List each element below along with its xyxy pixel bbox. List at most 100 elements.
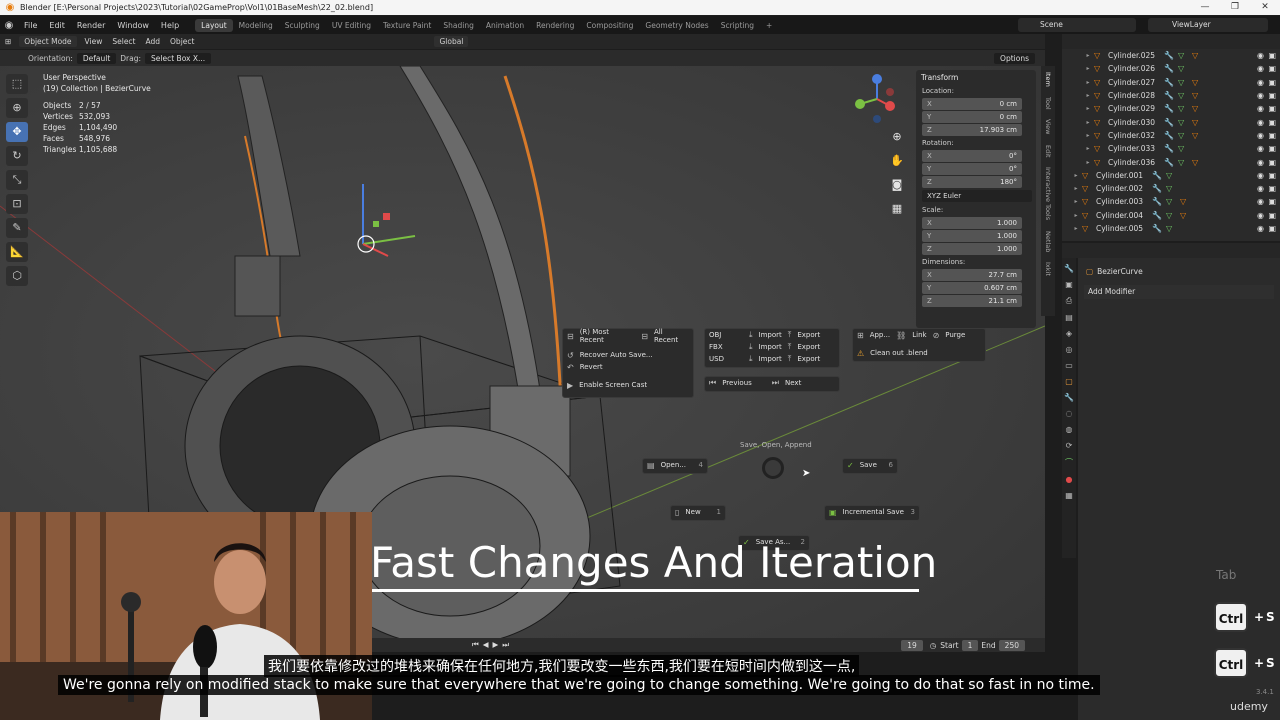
tab-tool[interactable]: Tool <box>1044 97 1052 110</box>
zoom-icon[interactable]: ⊕ <box>888 128 906 146</box>
move-tool-icon[interactable]: ✥ <box>6 122 28 142</box>
dimensions-x-field[interactable]: X 27.7 cm <box>922 269 1022 281</box>
render-icon[interactable]: ▣ <box>1268 211 1276 220</box>
options-dropdown[interactable]: Options <box>994 52 1035 64</box>
render-props-icon[interactable]: ▣ <box>1065 280 1073 289</box>
usd-import-button[interactable]: Import <box>759 355 782 363</box>
location-z-field[interactable]: Z 17.903 cm <box>922 124 1022 136</box>
all-recent-button[interactable]: All Recent <box>654 328 689 344</box>
dimensions-z-field[interactable]: Z 21.1 cm <box>922 295 1022 307</box>
collection-props-icon[interactable]: ▭ <box>1065 361 1073 370</box>
fbx-import-button[interactable]: Import <box>759 343 782 351</box>
rotation-x-field[interactable]: X 0° <box>922 150 1022 162</box>
previous-button[interactable]: Previous <box>722 379 752 387</box>
list-item[interactable]: ▸ ▽ Cylinder.028 🔧 ▽ ▽ ◉ ▣ <box>1062 89 1280 102</box>
render-icon[interactable]: ▣ <box>1268 184 1276 193</box>
tool-props-icon[interactable]: 🔧 <box>1064 264 1074 273</box>
append-button[interactable]: App... <box>870 331 890 339</box>
tab-edit[interactable]: Edit <box>1044 145 1052 158</box>
eye-icon[interactable]: ◉ <box>1257 171 1264 180</box>
rotation-y-field[interactable]: Y 0° <box>922 163 1022 175</box>
viewlayer-selector[interactable]: ViewLayer <box>1148 18 1268 32</box>
eye-icon[interactable]: ◉ <box>1257 197 1264 206</box>
data-props-icon[interactable]: ⌒ <box>1065 457 1073 468</box>
rotate-tool-icon[interactable]: ↻ <box>6 146 28 166</box>
render-icon[interactable]: ▣ <box>1268 158 1276 167</box>
location-x-field[interactable]: X0 cm <box>922 98 1022 110</box>
list-item[interactable]: ▸ ▽ Cylinder.005 🔧 ▽ ◉ ▣ <box>1062 222 1280 235</box>
output-props-icon[interactable]: ⎙ <box>1066 296 1072 306</box>
tab-item[interactable]: Item <box>1044 72 1052 87</box>
add-modifier-dropdown[interactable]: Add Modifier <box>1084 285 1274 299</box>
tab-scripting[interactable]: Scripting <box>715 19 760 32</box>
render-icon[interactable]: ▣ <box>1268 131 1276 140</box>
scale-tool-icon[interactable]: ⤡ <box>6 170 28 190</box>
render-icon[interactable]: ▣ <box>1268 197 1276 206</box>
render-icon[interactable]: ▣ <box>1268 118 1276 127</box>
render-icon[interactable]: ▣ <box>1268 224 1276 233</box>
eye-icon[interactable]: ◉ <box>1257 91 1264 100</box>
scene-props-icon[interactable]: ◈ <box>1066 329 1072 338</box>
current-frame-field[interactable]: 19 <box>901 639 923 651</box>
render-icon[interactable]: ▣ <box>1268 51 1276 60</box>
list-item[interactable]: ▸ ▽ Cylinder.032 🔧 ▽ ▽ ◉ ▣ <box>1062 129 1280 142</box>
menu-object[interactable]: Object <box>165 36 199 47</box>
tab-interactive-tools[interactable]: Interactive Tools <box>1044 167 1052 220</box>
view-layer-props-icon[interactable]: ▤ <box>1065 313 1073 322</box>
end-frame-field[interactable]: 250 <box>998 639 1025 651</box>
eye-icon[interactable]: ◉ <box>1257 118 1264 127</box>
particles-props-icon[interactable]: ◌ <box>1066 409 1073 418</box>
purge-button[interactable]: Purge <box>945 331 965 339</box>
menu-select[interactable]: Select <box>107 36 140 47</box>
next-button[interactable]: Next <box>785 379 801 387</box>
tab-view[interactable]: View <box>1044 119 1052 134</box>
eye-icon[interactable]: ◉ <box>1257 51 1264 60</box>
cursor-tool-icon[interactable]: ⊕ <box>6 98 28 118</box>
orientation-dropdown[interactable]: Default <box>76 52 117 64</box>
menu-view[interactable]: View <box>80 36 108 47</box>
grid-ortho-icon[interactable]: ▦ <box>888 200 906 218</box>
constraints-props-icon[interactable]: ⟳ <box>1066 441 1073 450</box>
revert-button[interactable]: Revert <box>580 363 603 371</box>
tab-animation[interactable]: Animation <box>480 19 530 32</box>
modifier-props-icon[interactable]: 🔧 <box>1064 393 1074 402</box>
render-icon[interactable]: ▣ <box>1268 91 1276 100</box>
close-button[interactable]: ✕ <box>1250 0 1280 15</box>
list-item[interactable]: ▸ ▽ Cylinder.036 🔧 ▽ ▽ ◉ ▣ <box>1062 155 1280 168</box>
tab-compositing[interactable]: Compositing <box>580 19 639 32</box>
fbx-export-button[interactable]: Export <box>797 343 820 351</box>
transform-tool-icon[interactable]: ⊡ <box>6 194 28 214</box>
annotate-tool-icon[interactable]: ✎ <box>6 218 28 238</box>
save-pie-item[interactable]: ✓ Save 6 <box>842 458 898 474</box>
tab-uv-editing[interactable]: UV Editing <box>326 19 377 32</box>
eye-icon[interactable]: ◉ <box>1257 158 1264 167</box>
eye-icon[interactable]: ◉ <box>1257 144 1264 153</box>
eye-icon[interactable]: ◉ <box>1257 211 1264 220</box>
mode-dropdown[interactable]: Object Mode <box>19 36 77 47</box>
eye-icon[interactable]: ◉ <box>1257 78 1264 87</box>
blender-menu-icon[interactable]: ◉ <box>0 20 18 31</box>
incremental-save-pie-item[interactable]: ▣ Incremental Save 3 <box>824 505 920 521</box>
list-item[interactable]: ▸ ▽ Cylinder.002 🔧 ▽ ◉ ▣ <box>1062 182 1280 195</box>
list-item[interactable]: ▸ ▽ Cylinder.004 🔧 ▽ ▽ ◉ ▣ <box>1062 209 1280 222</box>
measure-tool-icon[interactable]: 📐 <box>6 242 28 262</box>
material-props-icon[interactable]: ● <box>1066 475 1073 484</box>
new-pie-item[interactable]: ▯ New 1 <box>670 505 726 521</box>
dimensions-y-field[interactable]: Y 0.607 cm <box>922 282 1022 294</box>
list-item[interactable]: ▸ ▽ Cylinder.003 🔧 ▽ ▽ ◉ ▣ <box>1062 195 1280 208</box>
list-item[interactable]: ▸ ▽ Cylinder.029 🔧 ▽ ▽ ◉ ▣ <box>1062 102 1280 115</box>
drag-dropdown[interactable]: Select Box X... <box>145 52 212 64</box>
list-item[interactable]: ▸ ▽ Cylinder.033 🔧 ▽ ◉ ▣ <box>1062 142 1280 155</box>
eye-icon[interactable]: ◉ <box>1257 184 1264 193</box>
eye-icon[interactable]: ◉ <box>1257 64 1264 73</box>
scale-y-field[interactable]: Y 1.000 <box>922 230 1022 242</box>
eye-icon[interactable]: ◉ <box>1257 224 1264 233</box>
obj-export-button[interactable]: Export <box>797 331 820 339</box>
scene-selector[interactable]: Scene <box>1018 18 1136 32</box>
menu-window[interactable]: Window <box>111 21 155 30</box>
tab-modeling[interactable]: Modeling <box>233 19 279 32</box>
screencast-button[interactable]: Enable Screen Cast <box>579 381 647 389</box>
list-item[interactable]: ▸ ▽ Cylinder.027 🔧 ▽ ▽ ◉ ▣ <box>1062 76 1280 89</box>
render-icon[interactable]: ▣ <box>1268 78 1276 87</box>
tab-geometry-nodes[interactable]: Geometry Nodes <box>639 19 714 32</box>
